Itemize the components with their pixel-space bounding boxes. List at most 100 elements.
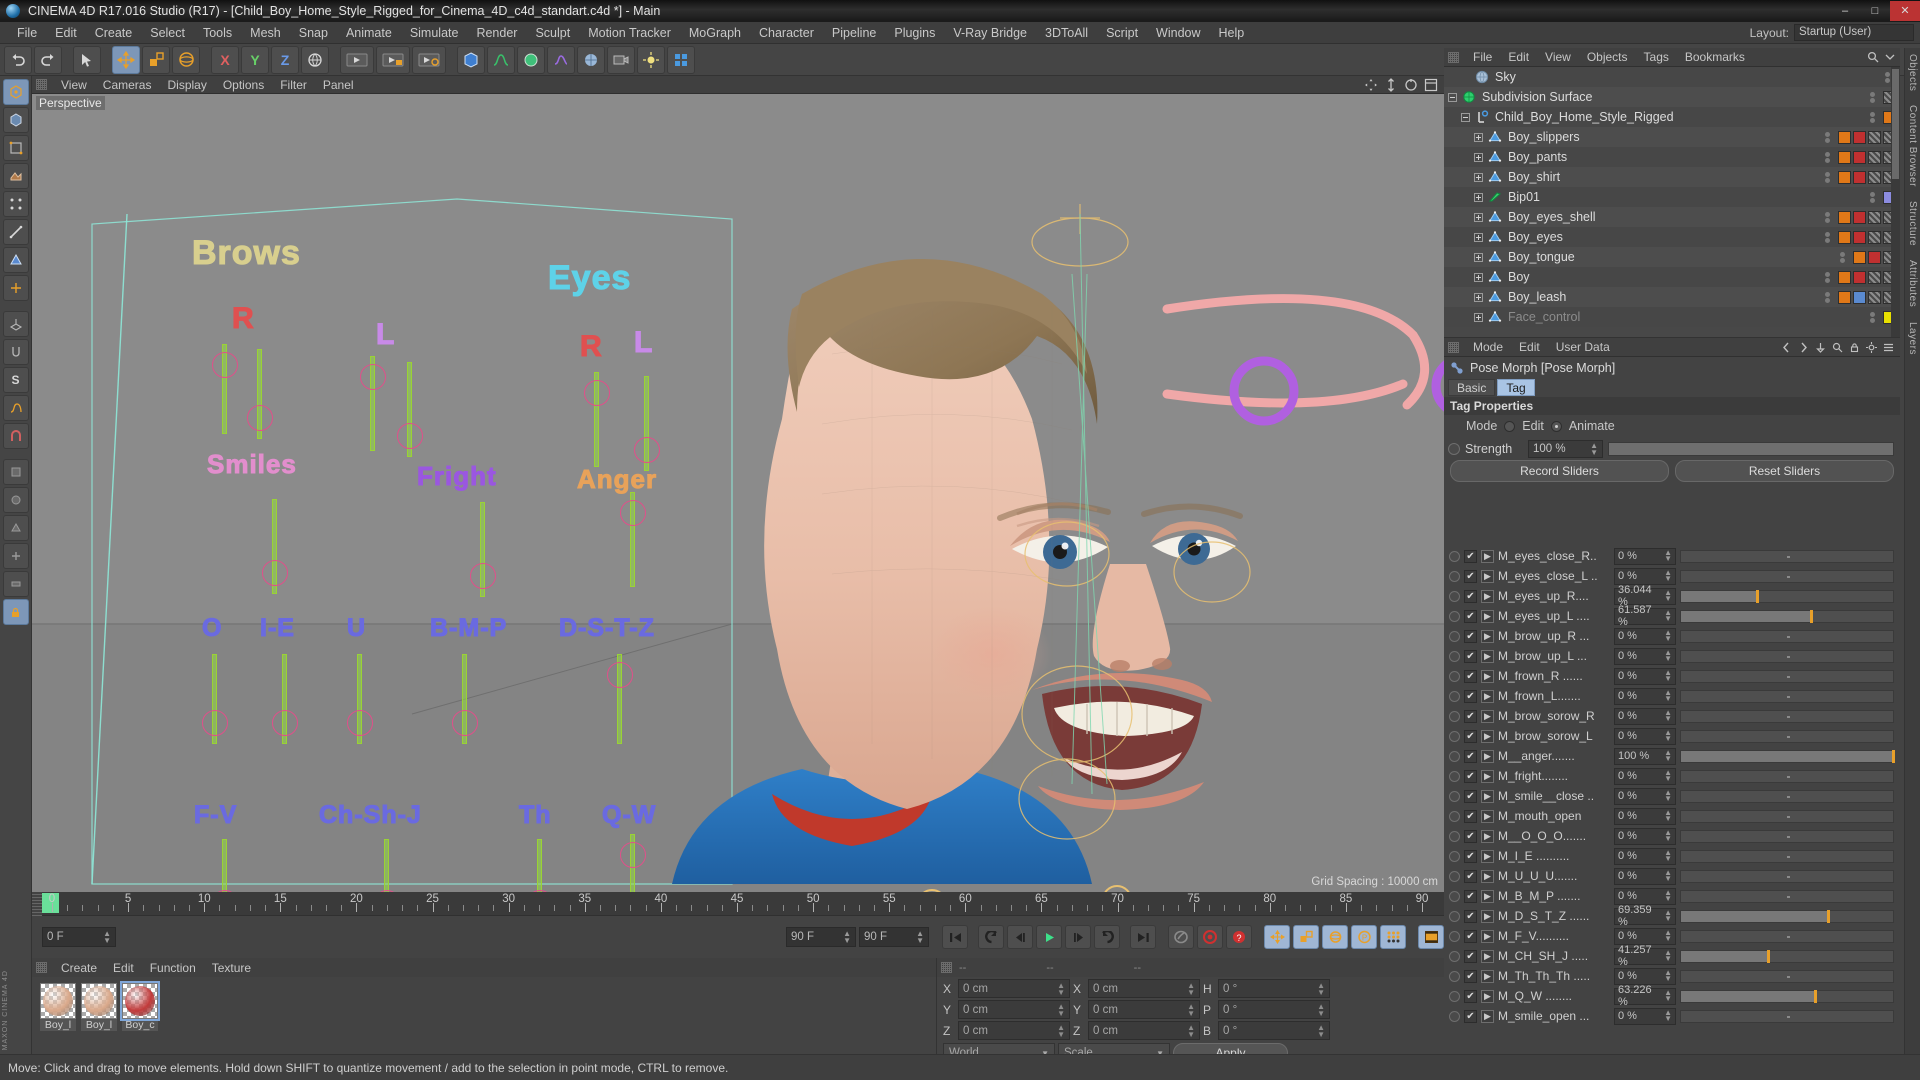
range-frame-field[interactable]: 90 F ▲ ▼: [859, 927, 929, 947]
add-cube-icon[interactable]: [457, 45, 485, 74]
attribute-tab-basic[interactable]: Basic: [1448, 379, 1496, 396]
red-tag-icon[interactable]: [1853, 270, 1866, 284]
morph-target-icon[interactable]: ▶: [1481, 969, 1494, 983]
lock-icon[interactable]: [2, 599, 29, 625]
rig-slider-handle-9[interactable]: [202, 710, 228, 736]
morph-slider-row[interactable]: ✔ ▶ M_frown_R ...... 0 % ▲ ▼: [1444, 666, 1900, 686]
morph-value-field[interactable]: 0 % ▲ ▼: [1614, 967, 1676, 985]
face-control-label-f-v-14[interactable]: F-V: [193, 800, 237, 830]
add-mograph-icon[interactable]: [667, 45, 695, 74]
axis-x-icon[interactable]: X: [211, 45, 239, 74]
keyframe-dot[interactable]: [1449, 590, 1460, 602]
object-menu-view[interactable]: View: [1537, 50, 1579, 64]
morph-value-field[interactable]: 61.587 % ▲ ▼: [1614, 604, 1676, 628]
render-region-icon[interactable]: [376, 45, 410, 74]
axis-y-icon[interactable]: Y: [241, 45, 269, 74]
morph-target-icon[interactable]: ▶: [1481, 649, 1494, 663]
morph-target-icon[interactable]: ▶: [1481, 989, 1494, 1003]
morph-target-icon[interactable]: ▶: [1481, 589, 1494, 603]
rig-slider-handle-2[interactable]: [360, 364, 386, 390]
workplane-icon[interactable]: [2, 311, 29, 337]
morph-target-icon[interactable]: ▶: [1481, 909, 1494, 923]
material-menu-create[interactable]: Create: [53, 961, 105, 975]
layer-2-icon[interactable]: [2, 487, 29, 513]
object-row-boy-tongue[interactable]: Boy_tongue: [1444, 247, 1900, 267]
morph-value-field[interactable]: 0 % ▲ ▼: [1614, 927, 1676, 945]
attribute-menu-user-data[interactable]: User Data: [1548, 340, 1618, 354]
keyframe-dot[interactable]: [1449, 690, 1460, 702]
spinner[interactable]: ▲ ▼: [1664, 569, 1672, 583]
script-s-icon[interactable]: S: [2, 367, 29, 393]
keyframe-dot[interactable]: [1449, 710, 1460, 722]
layer-4-icon[interactable]: [2, 543, 29, 569]
enable-checkbox[interactable]: ✔: [1464, 729, 1477, 743]
morph-slider-row[interactable]: ✔ ▶ M__anger....... 100 % ▲ ▼: [1444, 746, 1900, 766]
keyframe-dot[interactable]: [1449, 990, 1460, 1002]
morph-target-icon[interactable]: ▶: [1481, 609, 1494, 623]
keyframe-dot[interactable]: [1449, 910, 1460, 922]
spinner[interactable]: ▲ ▼: [1664, 909, 1672, 923]
spinner[interactable]: ▲ ▼: [1057, 1002, 1065, 1017]
morph-target-icon[interactable]: ▶: [1481, 789, 1494, 803]
record-sliders-button[interactable]: Record Sliders: [1450, 460, 1669, 482]
spinner[interactable]: ▲ ▼: [1664, 669, 1672, 683]
morph-slider-row[interactable]: ✔ ▶ M_eyes_close_L .. 0 % ▲ ▼: [1444, 566, 1900, 586]
position-x-input[interactable]: 0 cm ▲ ▼: [958, 979, 1070, 998]
enable-checkbox[interactable]: ✔: [1464, 849, 1477, 863]
menu-plugins[interactable]: Plugins: [885, 22, 944, 44]
morph-target-icon[interactable]: ▶: [1481, 889, 1494, 903]
morph-slider-row[interactable]: ✔ ▶ M_brow_up_R ... 0 % ▲ ▼: [1444, 626, 1900, 646]
magnet-icon[interactable]: [2, 423, 29, 449]
menu-mograph[interactable]: MoGraph: [680, 22, 750, 44]
menu-edit[interactable]: Edit: [46, 22, 86, 44]
select-tool-icon[interactable]: [73, 45, 101, 74]
morph-slider-row[interactable]: ✔ ▶ M__O_O_O....... 0 % ▲ ▼: [1444, 826, 1900, 846]
morph-slider-track[interactable]: [1680, 849, 1894, 863]
orange-tag-icon[interactable]: [1838, 170, 1851, 184]
face-control-label-anger-8[interactable]: Anger: [576, 464, 657, 495]
tree-expander-icon[interactable]: [1474, 252, 1488, 262]
morph-target-icon[interactable]: ▶: [1481, 669, 1494, 683]
texture-mode-icon[interactable]: [2, 163, 29, 189]
rotation-p-input[interactable]: 0 ° ▲ ▼: [1218, 1000, 1330, 1019]
morph-slider-list[interactable]: ✔ ▶ M_eyes_close_R.. 0 % ▲ ▼ ✔ ▶ M_eyes_close_L …: [1444, 546, 1900, 1054]
morph-slider-track[interactable]: [1680, 709, 1894, 723]
spinner[interactable]: ▲ ▼: [1664, 869, 1672, 883]
red-tag-icon[interactable]: [1853, 130, 1866, 144]
rig-slider-handle-6[interactable]: [262, 560, 288, 586]
visibility-dots-icon[interactable]: [1870, 191, 1875, 203]
spinner[interactable]: ▲ ▼: [1187, 1002, 1195, 1017]
menu-sculpt[interactable]: Sculpt: [526, 22, 579, 44]
morph-slider-knob[interactable]: [1766, 949, 1770, 963]
keyframe-dot[interactable]: [1449, 750, 1460, 762]
spinner[interactable]: ▲ ▼: [1664, 1009, 1672, 1023]
current-frame-spinner[interactable]: ▲ ▼: [103, 930, 111, 945]
morph-target-icon[interactable]: ▶: [1481, 709, 1494, 723]
enable-checkbox[interactable]: ✔: [1464, 749, 1477, 763]
menu-animate[interactable]: Animate: [337, 22, 401, 44]
texture-tag-icon[interactable]: [1868, 230, 1881, 244]
enable-checkbox[interactable]: ✔: [1464, 669, 1477, 683]
face-control-label-d-s-t-z-13[interactable]: D-S-T-Z: [558, 613, 655, 643]
undo-icon[interactable]: [4, 45, 32, 74]
keyframe-dot[interactable]: [1449, 790, 1460, 802]
morph-value-field[interactable]: 0 % ▲ ▼: [1614, 827, 1676, 845]
rig-slider-handle-3[interactable]: [397, 423, 423, 449]
menu-help[interactable]: Help: [1210, 22, 1254, 44]
polygon-mode-icon[interactable]: [2, 247, 29, 273]
keyframe-dot[interactable]: [1449, 650, 1460, 662]
menu-create[interactable]: Create: [86, 22, 142, 44]
strength-keyframe-dot[interactable]: [1448, 442, 1460, 455]
morph-slider-track[interactable]: [1680, 609, 1894, 623]
morph-slider-knob[interactable]: [1755, 589, 1759, 603]
object-row-boy-slippers[interactable]: Boy_slippers: [1444, 127, 1900, 147]
morph-value-field[interactable]: 0 % ▲ ▼: [1614, 567, 1676, 585]
morph-target-icon[interactable]: ▶: [1481, 829, 1494, 843]
object-row-boy-eyes-shell[interactable]: Boy_eyes_shell: [1444, 207, 1900, 227]
go-to-end-button[interactable]: [1130, 925, 1156, 949]
tree-expander-icon[interactable]: [1474, 312, 1488, 322]
orange-tag-icon[interactable]: [1838, 290, 1851, 304]
morph-slider-row[interactable]: ✔ ▶ M_Q_W ........ 63.226 % ▲ ▼: [1444, 984, 1900, 1008]
panel-grip-icon[interactable]: [941, 962, 952, 973]
morph-slider-track[interactable]: [1680, 869, 1894, 883]
